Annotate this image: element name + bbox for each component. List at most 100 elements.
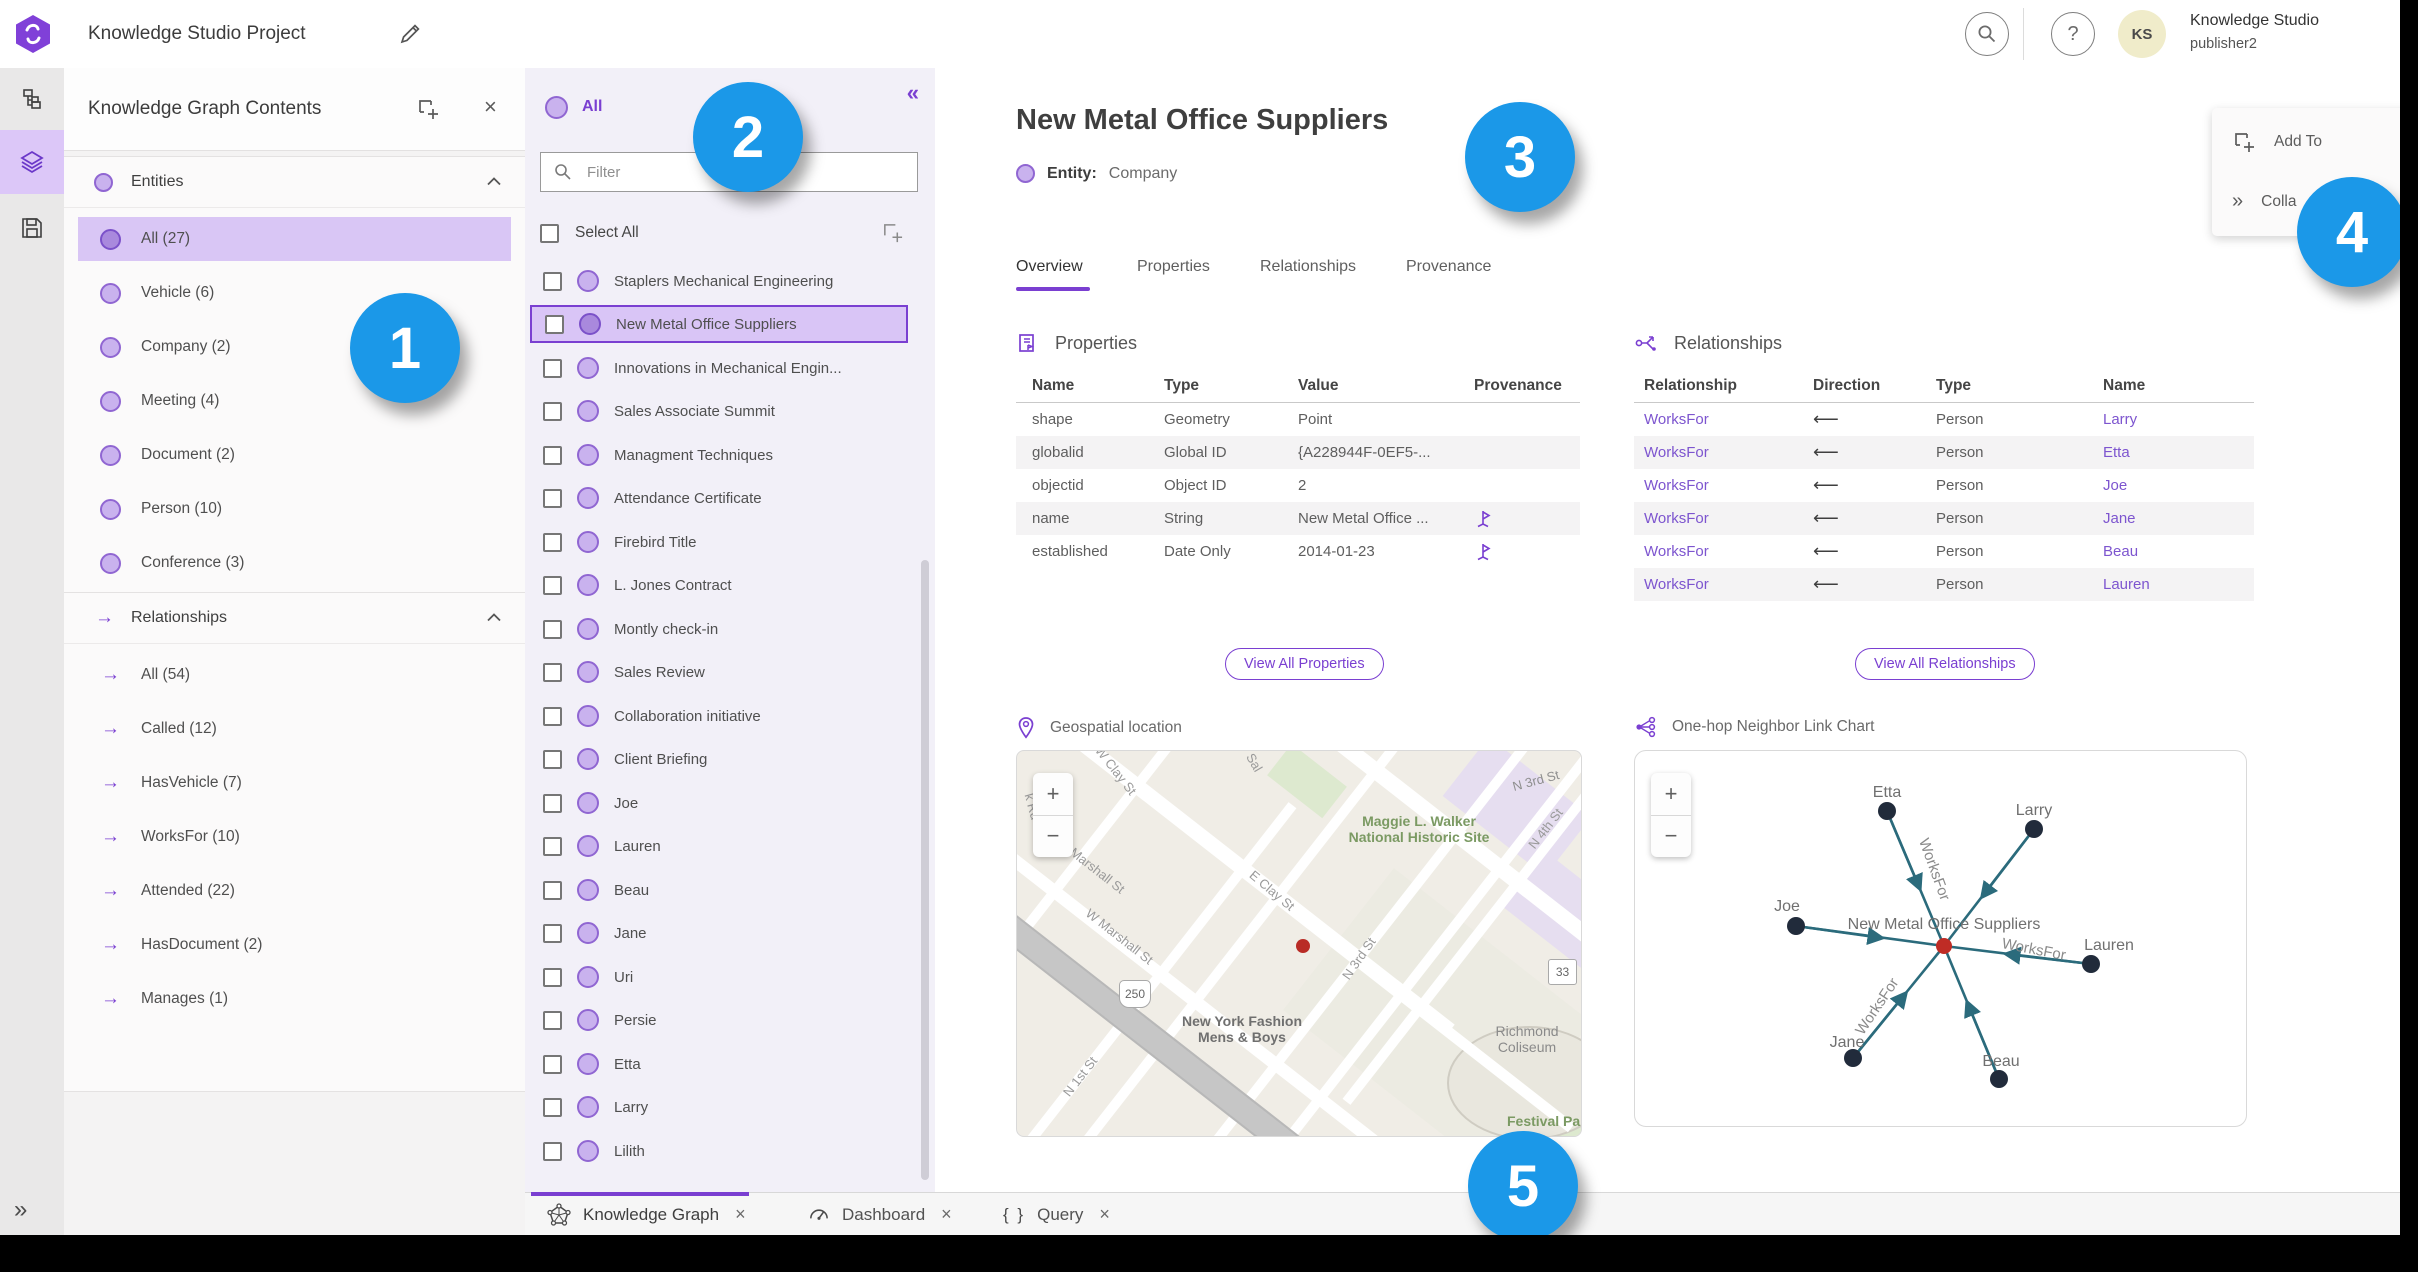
close-tab-icon[interactable]: ×: [735, 1204, 746, 1225]
node-center-company[interactable]: [1936, 938, 1952, 954]
item-checkbox[interactable]: [543, 532, 562, 552]
list-item[interactable]: Collaboration initiative: [530, 697, 908, 735]
item-checkbox[interactable]: [543, 271, 562, 291]
item-checkbox[interactable]: [543, 749, 562, 769]
sidebar-item-vehicle[interactable]: Vehicle (6): [78, 271, 511, 315]
geospatial-map[interactable]: W Clay St Sal N 3rd St N 4th St Marshall…: [1016, 750, 1582, 1137]
sidebar-item-hasvehicle[interactable]: → HasVehicle (7): [78, 761, 511, 805]
list-item[interactable]: Etta: [530, 1045, 908, 1083]
sidebar-item-meeting[interactable]: Meeting (4): [78, 379, 511, 423]
list-item[interactable]: Client Briefing: [530, 740, 908, 778]
item-checkbox[interactable]: [543, 575, 562, 595]
node-joe[interactable]: [1787, 917, 1805, 935]
item-checkbox[interactable]: [543, 836, 562, 856]
node-beau[interactable]: [1990, 1070, 2008, 1088]
sidebar-item-manages[interactable]: → Manages (1): [78, 977, 511, 1021]
collapse-list-panel-button[interactable]: «: [907, 80, 919, 106]
tab-dashboard[interactable]: Dashboard ×: [807, 1193, 952, 1236]
item-checkbox[interactable]: [543, 619, 562, 639]
tab-knowledge-graph[interactable]: Knowledge Graph ×: [547, 1193, 746, 1236]
item-checkbox[interactable]: [543, 1141, 562, 1161]
zoom-out-button[interactable]: −: [1033, 816, 1073, 858]
list-item[interactable]: Montly check-in: [530, 610, 908, 648]
node-larry[interactable]: [2025, 820, 2043, 838]
list-item[interactable]: Firebird Title: [530, 523, 908, 561]
help-button[interactable]: ?: [2051, 12, 2095, 56]
view-all-relationships-button[interactable]: View All Relationships: [1855, 648, 2035, 680]
table-row[interactable]: name String New Metal Office ...: [1016, 502, 1580, 535]
list-item-selected[interactable]: New Metal Office Suppliers: [530, 305, 908, 343]
entities-section-header[interactable]: Entities: [64, 157, 525, 208]
item-checkbox[interactable]: [543, 923, 562, 943]
table-row[interactable]: WorksFor ⟵ Person Larry: [1634, 403, 2254, 436]
list-item[interactable]: Managment Techniques: [530, 436, 908, 474]
table-row[interactable]: globalid Global ID {A228944F-0EF5-...: [1016, 436, 1580, 469]
table-row[interactable]: WorksFor ⟵ Person Joe: [1634, 469, 2254, 502]
sidebar-item-called[interactable]: → Called (12): [78, 707, 511, 751]
node-lauren[interactable]: [2082, 955, 2100, 973]
tab-query[interactable]: { } Query ×: [1003, 1193, 1110, 1236]
zoom-in-button[interactable]: +: [1651, 773, 1691, 816]
zoom-out-button[interactable]: −: [1651, 816, 1691, 858]
list-item[interactable]: Larry: [530, 1088, 908, 1126]
item-checkbox[interactable]: [545, 314, 564, 334]
rail-layers-button[interactable]: [0, 130, 64, 194]
table-row[interactable]: objectid Object ID 2: [1016, 469, 1580, 502]
list-item[interactable]: Attendance Certificate: [530, 479, 908, 517]
chevron-up-icon[interactable]: [487, 177, 501, 186]
item-checkbox[interactable]: [543, 488, 562, 508]
one-hop-link-chart[interactable]: Etta Larry Joe Lauren Jane Beau New Meta…: [1634, 750, 2247, 1127]
list-item[interactable]: Beau: [530, 871, 908, 909]
table-row[interactable]: established Date Only 2014-01-23: [1016, 535, 1580, 568]
list-item[interactable]: Jane: [530, 914, 908, 952]
list-item[interactable]: Lauren: [530, 827, 908, 865]
sidebar-item-document[interactable]: Document (2): [78, 433, 511, 477]
node-etta[interactable]: [1878, 802, 1896, 820]
item-checkbox[interactable]: [543, 793, 562, 813]
avatar[interactable]: KS: [2118, 10, 2166, 58]
provenance-flag-icon[interactable]: [1474, 509, 1492, 529]
zoom-in-button[interactable]: +: [1033, 773, 1073, 816]
list-item[interactable]: Innovations in Mechanical Engin...: [530, 349, 908, 387]
item-checkbox[interactable]: [543, 1054, 562, 1074]
tab-relationships[interactable]: Relationships: [1260, 258, 1356, 276]
table-row[interactable]: WorksFor ⟵ Person Lauren: [1634, 568, 2254, 601]
tab-properties[interactable]: Properties: [1137, 258, 1210, 276]
table-row[interactable]: WorksFor ⟵ Person Beau: [1634, 535, 2254, 568]
item-checkbox[interactable]: [543, 706, 562, 726]
search-button[interactable]: [1965, 12, 2009, 56]
add-to-map-icon[interactable]: [416, 97, 440, 121]
sidebar-item-hasdocument[interactable]: → HasDocument (2): [78, 923, 511, 967]
provenance-flag-icon[interactable]: [1474, 542, 1492, 562]
select-all-checkbox[interactable]: [540, 223, 559, 243]
item-checkbox[interactable]: [543, 358, 562, 378]
edit-title-icon[interactable]: [398, 22, 422, 46]
add-to-menu-item[interactable]: Add To: [2232, 130, 2322, 154]
table-row[interactable]: shape Geometry Point: [1016, 403, 1580, 436]
item-checkbox[interactable]: [543, 1010, 562, 1030]
close-panel-button[interactable]: ×: [484, 94, 497, 120]
sidebar-item-rel-all[interactable]: → All (54): [78, 653, 511, 697]
list-item[interactable]: Lilith: [530, 1132, 908, 1170]
list-item[interactable]: Sales Review: [530, 653, 908, 691]
item-checkbox[interactable]: [543, 445, 562, 465]
rail-save-button[interactable]: [0, 196, 64, 260]
list-item[interactable]: Persie: [530, 1001, 908, 1039]
add-to-selection-icon[interactable]: [881, 221, 904, 244]
item-checkbox[interactable]: [543, 401, 562, 421]
tab-provenance[interactable]: Provenance: [1406, 258, 1491, 276]
item-checkbox[interactable]: [543, 967, 562, 987]
expand-rail-button[interactable]: »: [14, 1196, 27, 1224]
table-row[interactable]: WorksFor ⟵ Person Jane: [1634, 502, 2254, 535]
sidebar-item-worksfor[interactable]: → WorksFor (10): [78, 815, 511, 859]
view-all-properties-button[interactable]: View All Properties: [1225, 648, 1384, 680]
list-item[interactable]: L. Jones Contract: [530, 566, 908, 604]
list-item[interactable]: Uri: [530, 958, 908, 996]
sidebar-item-entities-all[interactable]: All (27): [78, 217, 511, 261]
sidebar-item-attended[interactable]: → Attended (22): [78, 869, 511, 913]
table-row[interactable]: WorksFor ⟵ Person Etta: [1634, 436, 2254, 469]
item-checkbox[interactable]: [543, 880, 562, 900]
node-jane[interactable]: [1844, 1049, 1862, 1067]
rail-schema-button[interactable]: [0, 68, 64, 132]
chevron-up-icon[interactable]: [487, 613, 501, 622]
